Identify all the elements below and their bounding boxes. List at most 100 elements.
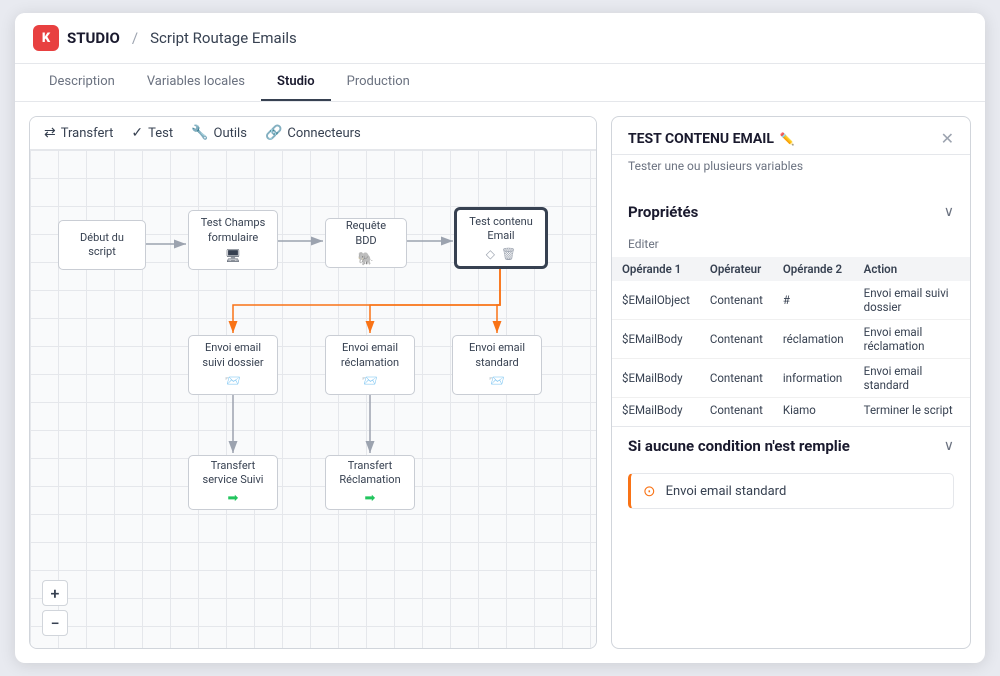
row1-op2: réclamation: [773, 320, 854, 359]
properties-table: Opérande 1 Opérateur Opérande 2 Action $…: [612, 257, 970, 422]
table-row[interactable]: $EMailObject Contenant # Envoi email sui…: [612, 281, 970, 320]
tab-variables[interactable]: Variables locales: [131, 64, 261, 101]
node-transfert-suivi-icon: ➡: [228, 491, 239, 506]
row2-operateur: Contenant: [700, 359, 773, 398]
panel-header-area: TEST CONTENU EMAIL ✏️ ✕ Tester une ou pl…: [612, 117, 970, 183]
node-transfert-reclamation-label: Transfert Réclamation: [334, 459, 406, 488]
default-action-row[interactable]: ⊙ Envoi email standard: [628, 473, 954, 509]
node-test-champs[interactable]: Test Champs formulaire 🖥: [188, 210, 278, 270]
node-test-champs-icon: 🖥: [225, 249, 242, 264]
node-requete-bdd-label: Requête BDD: [334, 219, 398, 248]
node-envoi-reclamation-icon: 📨: [362, 374, 378, 389]
node-test-contenu[interactable]: Test contenu Email ◇ 🗑: [455, 208, 547, 268]
node-transfert-reclamation[interactable]: Transfert Réclamation ➡: [325, 455, 415, 510]
table-row[interactable]: $EMailBody Contenant Kiamo Terminer le s…: [612, 398, 970, 423]
default-action-text: Envoi email standard: [666, 484, 787, 499]
node-transfert-reclamation-icon: ➡: [365, 491, 376, 506]
row0-action: Envoi email suivi dossier: [854, 281, 970, 320]
outils-icon: 🔧: [191, 125, 208, 141]
outils-label: Outils: [214, 126, 247, 141]
tab-production[interactable]: Production: [331, 64, 426, 101]
node-requete-bdd[interactable]: Requête BDD 🐘: [325, 218, 407, 268]
test-icon: ✓: [131, 125, 143, 141]
zoom-in-button[interactable]: +: [42, 580, 68, 606]
col-op1: Opérande 1: [612, 257, 700, 281]
section-no-condition-header[interactable]: Si aucune condition n'est remplie ∨: [612, 427, 970, 465]
header-separator: /: [132, 29, 138, 47]
kiamo-logo: K: [33, 25, 59, 51]
test-label: Test: [148, 126, 173, 141]
panel-header: TEST CONTENU EMAIL ✏️ ✕: [612, 117, 970, 155]
row2-action: Envoi email standard: [854, 359, 970, 398]
app-container: K STUDIO / Script Routage Emails Descrip…: [15, 13, 985, 663]
panel-body: Propriétés ∨ Editer Opérande 1 Opérateur…: [612, 183, 970, 648]
row3-operateur: Contenant: [700, 398, 773, 423]
col-operateur: Opérateur: [700, 257, 773, 281]
panel-edit-icon[interactable]: ✏️: [780, 132, 795, 146]
row1-action: Envoi email réclamation: [854, 320, 970, 359]
zoom-out-button[interactable]: −: [42, 610, 68, 636]
transfert-icon: ⇄: [44, 125, 56, 141]
section-proprietes-title: Propriétés: [628, 203, 698, 221]
node-test-champs-label: Test Champs formulaire: [197, 216, 269, 245]
default-action-icon: ⊙: [643, 482, 656, 500]
no-condition-section: Si aucune condition n'est remplie ∨ ⊙ En…: [612, 426, 970, 509]
page-title: Script Routage Emails: [150, 29, 297, 47]
row0-op1: $EMailObject: [612, 281, 700, 320]
props-edit-row: Editer: [612, 231, 970, 257]
row1-op1: $EMailBody: [612, 320, 700, 359]
node-envoi-suivi[interactable]: Envoi email suivi dossier 📨: [188, 335, 278, 395]
node-transfert-suivi-label: Transfert service Suivi: [197, 459, 269, 488]
transfert-label: Transfert: [61, 126, 114, 141]
right-panel: TEST CONTENU EMAIL ✏️ ✕ Tester une ou pl…: [611, 116, 971, 649]
row3-action: Terminer le script: [854, 398, 970, 423]
zoom-controls: + −: [42, 580, 68, 636]
row2-op2: information: [773, 359, 854, 398]
row0-op2: #: [773, 281, 854, 320]
tabs-bar: Description Variables locales Studio Pro…: [15, 64, 985, 102]
row3-op2: Kiamo: [773, 398, 854, 423]
panel-title-text: TEST CONTENU EMAIL: [628, 131, 774, 147]
connecteurs-icon: 🔗: [265, 125, 282, 141]
connecteurs-button[interactable]: 🔗 Connecteurs: [265, 125, 361, 141]
canvas-toolbar: ⇄ Transfert ✓ Test 🔧 Outils 🔗 Connecteur…: [30, 117, 596, 150]
node-test-contenu-label: Test contenu Email: [465, 215, 537, 244]
node-requete-bdd-icon: 🐘: [358, 252, 374, 267]
outils-button[interactable]: 🔧 Outils: [191, 125, 247, 141]
node-envoi-suivi-icon: 📨: [225, 374, 241, 389]
node-start[interactable]: Début du script: [58, 220, 146, 270]
node-envoi-suivi-label: Envoi email suivi dossier: [197, 341, 269, 370]
col-action: Action: [854, 257, 970, 281]
transfert-button[interactable]: ⇄ Transfert: [44, 125, 113, 141]
section-no-condition-title: Si aucune condition n'est remplie: [628, 437, 850, 455]
row3-op1: $EMailBody: [612, 398, 700, 423]
node-envoi-standard-label: Envoi email standard: [461, 341, 533, 370]
node-envoi-reclamation[interactable]: Envoi email réclamation 📨: [325, 335, 415, 395]
node-test-contenu-icon1: ◇: [486, 247, 495, 261]
node-envoi-reclamation-label: Envoi email réclamation: [334, 341, 406, 370]
row2-op1: $EMailBody: [612, 359, 700, 398]
main-content: ⇄ Transfert ✓ Test 🔧 Outils 🔗 Connecteur…: [15, 102, 985, 663]
table-row[interactable]: $EMailBody Contenant réclamation Envoi e…: [612, 320, 970, 359]
section-proprietes-header[interactable]: Propriétés ∨: [612, 193, 970, 231]
panel-title: TEST CONTENU EMAIL ✏️: [628, 131, 795, 147]
canvas-area[interactable]: Début du script Test Champs formulaire 🖥…: [30, 150, 596, 648]
tab-description[interactable]: Description: [33, 64, 131, 101]
panel-subtitle: Tester une ou plusieurs variables: [612, 155, 970, 183]
section-no-condition-chevron: ∨: [944, 438, 954, 454]
connecteurs-label: Connecteurs: [287, 126, 360, 141]
canvas-panel: ⇄ Transfert ✓ Test 🔧 Outils 🔗 Connecteur…: [29, 116, 597, 649]
node-envoi-standard-icon: 📨: [489, 374, 505, 389]
row0-operateur: Contenant: [700, 281, 773, 320]
node-transfert-suivi[interactable]: Transfert service Suivi ➡: [188, 455, 278, 510]
tab-studio[interactable]: Studio: [261, 64, 331, 101]
app-header: K STUDIO / Script Routage Emails: [15, 13, 985, 64]
section-proprietes-chevron: ∨: [944, 204, 954, 220]
test-button[interactable]: ✓ Test: [131, 125, 173, 141]
studio-label: STUDIO: [67, 29, 120, 47]
table-row[interactable]: $EMailBody Contenant information Envoi e…: [612, 359, 970, 398]
panel-close-button[interactable]: ✕: [941, 129, 954, 148]
node-start-label: Début du script: [67, 231, 137, 260]
row1-operateur: Contenant: [700, 320, 773, 359]
node-envoi-standard[interactable]: Envoi email standard 📨: [452, 335, 542, 395]
